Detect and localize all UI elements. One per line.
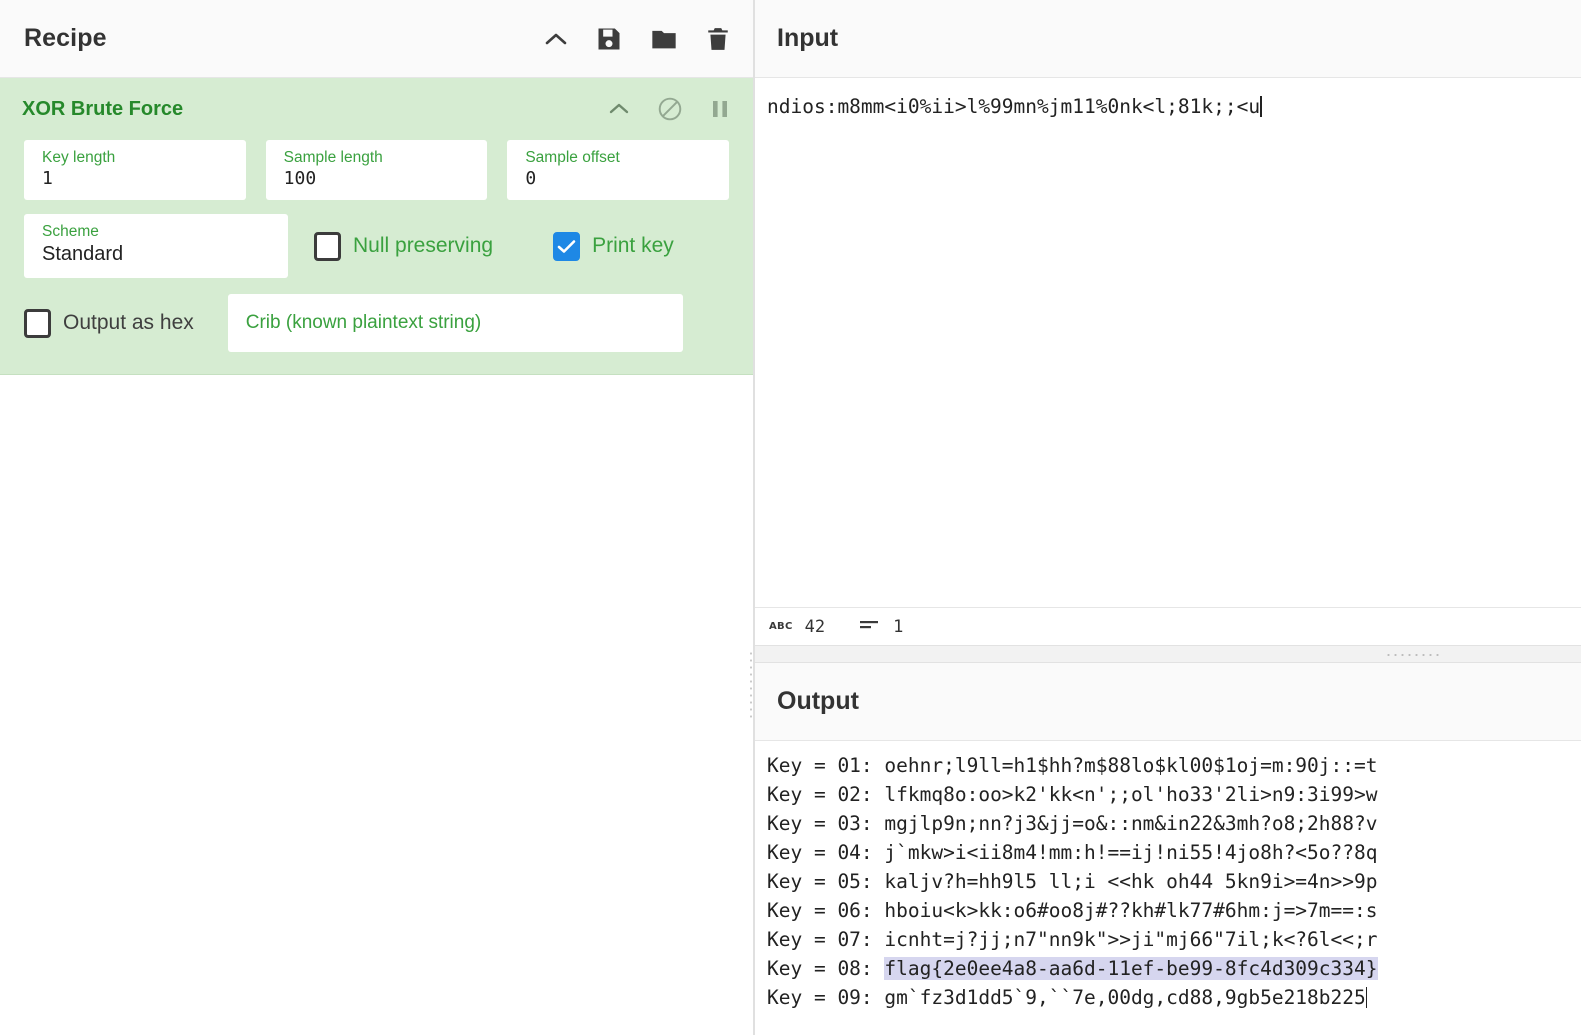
output-line: Key = 09: gm`fz3d1dd5`9,``7e,00dg,cd88,9… [767, 983, 1581, 1012]
splitter-grip-icon[interactable] [1385, 653, 1441, 657]
recipe-empty-area[interactable] [0, 375, 753, 1035]
output-line-text: j`mkw>i<ii8m4!mm:h!==ij!ni55!4jo8h?<5o??… [884, 841, 1378, 864]
output-line-text: oehnr;l9ll=h1$hh?m$88lo$kl00$1oj=m:90j::… [884, 754, 1378, 777]
null-preserving-label: Null preserving [353, 234, 494, 257]
load-recipe-icon[interactable] [649, 25, 679, 53]
output-caret [1365, 987, 1368, 1008]
output-section: Output Key = 01: oehnr;l9ll=h1$hh?m$88lo… [755, 663, 1581, 1035]
arg-print-key[interactable]: Print key [553, 231, 674, 261]
output-line: Key = 05: kaljv?h=hh9l5 ll;i <<hk oh44 5… [767, 867, 1581, 896]
arg-key-length-value: 1 [42, 168, 53, 190]
input-title: Input [777, 24, 839, 52]
output-title: Output [777, 687, 859, 715]
io-pane: Input ndios:m8mm<i0%ii>l%99mn%jm11%0nk<l… [749, 0, 1581, 1035]
output-line-text: mgjlp9n;nn?j3&jj=o&::nm&in22&3mh?o8;2h88… [884, 812, 1378, 835]
arg-scheme[interactable]: Scheme Standard [24, 214, 288, 278]
recipe-title-icons [543, 25, 731, 53]
arg-sample-length-value: 100 [283, 168, 317, 190]
op-collapse-icon[interactable] [607, 100, 631, 118]
arg-scheme-label: Scheme [42, 223, 99, 240]
vertical-splitter-handle[interactable] [749, 650, 753, 720]
input-length-stat: ABC 42 [769, 617, 825, 637]
output-line-text: icnht=j?jj;n7"nn9k">>ji"mj66"7il;k<?6l<<… [884, 928, 1378, 951]
output-line-key-label: Key = 01: [767, 754, 885, 777]
io-splitter[interactable] [755, 645, 1581, 663]
op-breakpoint-pause-icon[interactable] [709, 97, 731, 121]
operation-title: XOR Brute Force [22, 97, 184, 120]
crib-placeholder: Crib (known plaintext string) [245, 312, 482, 333]
output-line: Key = 01: oehnr;l9ll=h1$hh?m$88lo$kl00$1… [767, 751, 1581, 780]
output-line: Key = 08: flag{2e0ee4a8-aa6d-11ef-be99-8… [767, 954, 1581, 983]
operation-args-row-2: Scheme Standard Null preserving Print ke… [0, 214, 753, 278]
arg-sample-length[interactable]: Sample length 100 [265, 140, 488, 200]
output-line-key-label: Key = 04: [767, 841, 885, 864]
output-textarea[interactable]: Key = 01: oehnr;l9ll=h1$hh?m$88lo$kl00$1… [755, 741, 1581, 1035]
output-line-key-label: Key = 06: [767, 899, 885, 922]
input-status-bar: ABC 42 1 [755, 607, 1581, 645]
input-section: Input ndios:m8mm<i0%ii>l%99mn%jm11%0nk<l… [755, 0, 1581, 645]
arg-key-length[interactable]: Key length 1 [24, 140, 246, 200]
clear-recipe-icon[interactable] [705, 25, 731, 53]
output-line: Key = 03: mgjlp9n;nn?j3&jj=o&::nm&in22&3… [767, 809, 1581, 838]
cyberchef-app: Recipe XOR Brute Force Key length 1 Samp… [0, 0, 1581, 1035]
collapse-chevron-icon[interactable] [543, 29, 569, 49]
arg-null-preserving[interactable]: Null preserving [314, 231, 494, 261]
arg-sample-offset-value: 0 [525, 168, 537, 190]
operation-args-row-3: Output as hex Crib (known plaintext stri… [0, 294, 753, 352]
output-line: Key = 02: lfkmq8o:oo>k2'kk<n';;ol'ho33'2… [767, 780, 1581, 809]
operation-icons [607, 96, 731, 122]
input-lines-stat: 1 [859, 617, 903, 637]
recipe-title-bar: Recipe [0, 0, 753, 78]
arg-sample-offset-label: Sample offset [525, 149, 620, 166]
arg-key-length-label: Key length [42, 149, 116, 166]
op-disable-icon[interactable] [657, 96, 683, 122]
output-line-key-label: Key = 05: [767, 870, 885, 893]
operation-args-row-1: Key length 1 Sample length 100 Sample of… [0, 140, 753, 200]
output-line-text: lfkmq8o:oo>k2'kk<n';;ol'ho33'2li>n9:3i99… [884, 783, 1378, 806]
input-lines-value: 1 [893, 616, 904, 637]
recipe-title: Recipe [24, 24, 107, 52]
abc-icon: ABC [769, 621, 793, 632]
input-textarea[interactable]: ndios:m8mm<i0%ii>l%99mn%jm11%0nk<l;81k;;… [755, 78, 1581, 607]
arg-output-as-hex[interactable]: Output as hex [24, 308, 194, 338]
arg-sample-length-label: Sample length [283, 149, 383, 166]
output-line-text: kaljv?h=hh9l5 ll;i <<hk oh44 5kn9i>=4n>>… [884, 870, 1378, 893]
input-length-value: 42 [804, 616, 826, 637]
text-caret [1260, 96, 1262, 117]
output-line-key-label: Key = 07: [767, 928, 885, 951]
output-as-hex-checkbox[interactable] [24, 308, 51, 338]
input-title-bar: Input [755, 0, 1581, 78]
output-line-key-label: Key = 03: [767, 812, 885, 835]
arg-scheme-value: Standard [42, 243, 124, 266]
output-line: Key = 07: icnht=j?jj;n7"nn9k">>ji"mj66"7… [767, 925, 1581, 954]
recipe-pane: Recipe XOR Brute Force Key length 1 Samp… [0, 0, 755, 1035]
print-key-checkbox[interactable] [553, 231, 581, 261]
input-value: ndios:m8mm<i0%ii>l%99mn%jm11%0nk<l;81k;;… [767, 95, 1261, 118]
output-line-text: gm`fz3d1dd5`9,``7e,00dg,cd88,9gb5e218b22… [884, 986, 1366, 1009]
print-key-label: Print key [592, 234, 674, 257]
output-line-text: hboiu<k>kk:o6#oo8j#??kh#lk77#6hm:j=>7m==… [884, 899, 1378, 922]
output-line-key-label: Key = 02: [767, 783, 885, 806]
arg-sample-offset[interactable]: Sample offset 0 [507, 140, 730, 200]
output-line-key-label: Key = 09: [767, 986, 885, 1009]
operation-xor-brute-force[interactable]: XOR Brute Force Key length 1 Sample leng… [0, 78, 753, 375]
arg-crib-field[interactable]: Crib (known plaintext string) [227, 294, 683, 352]
lines-icon [859, 617, 881, 636]
save-recipe-icon[interactable] [595, 25, 623, 53]
operation-header: XOR Brute Force [0, 78, 753, 140]
output-line-key-label: Key = 08: [767, 957, 885, 980]
output-line: Key = 06: hboiu<k>kk:o6#oo8j#??kh#lk77#6… [767, 896, 1581, 925]
output-title-bar: Output [755, 663, 1581, 741]
null-preserving-checkbox[interactable] [314, 231, 341, 261]
output-line: Key = 04: j`mkw>i<ii8m4!mm:h!==ij!ni55!4… [767, 838, 1581, 867]
output-line-text: flag{2e0ee4a8-aa6d-11ef-be99-8fc4d309c33… [884, 957, 1378, 980]
output-as-hex-label: Output as hex [63, 311, 194, 334]
